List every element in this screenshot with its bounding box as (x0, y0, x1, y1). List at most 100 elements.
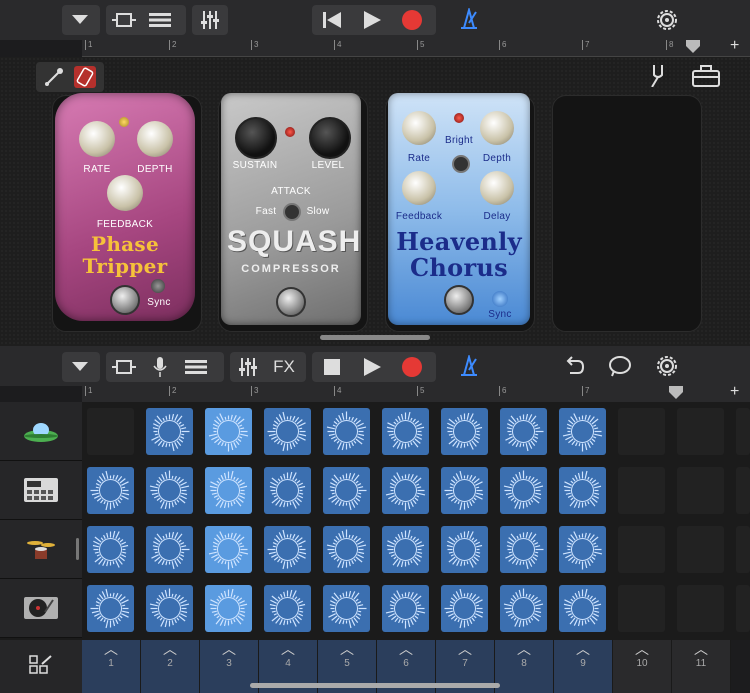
feedback-knob[interactable] (402, 171, 436, 205)
sustain-knob[interactable] (235, 117, 277, 159)
loop-cell[interactable] (500, 467, 547, 514)
loop-cell[interactable] (441, 526, 488, 573)
track-header-ufo-synth[interactable] (0, 402, 82, 461)
empty-cell[interactable] (618, 585, 665, 632)
loop-cell[interactable] (559, 585, 606, 632)
loop-cell[interactable] (382, 585, 429, 632)
feedback-knob[interactable] (107, 175, 143, 211)
heavenly-chorus-pedal[interactable]: Bright Rate Depth Feedback Delay Heavenl… (388, 93, 530, 325)
metronome-button[interactable] (458, 353, 480, 382)
undo-button[interactable] (562, 355, 585, 382)
loop-cell[interactable] (87, 585, 134, 632)
loop-cell[interactable] (500, 526, 547, 573)
loop-cell[interactable] (205, 408, 252, 455)
loop-cell[interactable] (559, 408, 606, 455)
bright-switch[interactable] (452, 155, 470, 173)
column-trigger-10[interactable]: ︿ 10 (613, 640, 672, 693)
cable-icon[interactable] (44, 67, 64, 87)
tuner-fork-icon[interactable] (648, 65, 668, 87)
loop-cell[interactable] (264, 585, 311, 632)
track-header-drum-machine[interactable] (0, 461, 82, 520)
loop-cell[interactable] (500, 585, 547, 632)
dropdown-button[interactable] (62, 5, 98, 35)
loop-cell[interactable] (382, 467, 429, 514)
playhead-marker-icon[interactable] (669, 386, 683, 400)
toolbox-icon[interactable] (692, 65, 720, 87)
phase-tripper-pedal[interactable]: RATE DEPTH FEEDBACK Phase Tripper Sync (55, 93, 195, 321)
squash-compressor-pedal[interactable]: SUSTAIN LEVEL ATTACK Fast Slow SQUASH CO… (221, 93, 361, 325)
microphone-button[interactable] (142, 352, 178, 382)
empty-pedal-slot[interactable] (552, 95, 702, 332)
loop-cell[interactable] (500, 408, 547, 455)
footswitch[interactable] (276, 287, 306, 317)
pedal-edit-button[interactable] (74, 66, 96, 88)
loop-cell[interactable] (146, 526, 193, 573)
panel-resize-handle[interactable] (320, 335, 430, 340)
delay-knob[interactable] (480, 171, 514, 205)
play-button[interactable] (352, 5, 392, 35)
empty-cell[interactable] (677, 526, 724, 573)
rate-knob[interactable] (79, 121, 115, 157)
attack-switch[interactable] (283, 203, 301, 221)
loop-cell[interactable] (264, 467, 311, 514)
tracks-view-button[interactable] (178, 352, 214, 382)
empty-cell[interactable] (618, 467, 665, 514)
column-trigger-9[interactable]: ︿ 9 (554, 640, 613, 693)
loop-cell[interactable] (323, 585, 370, 632)
empty-cell[interactable] (618, 408, 665, 455)
loop-cell[interactable] (146, 585, 193, 632)
settings-button[interactable] (655, 8, 679, 37)
rate-knob[interactable] (402, 111, 436, 145)
loop-browser-button[interactable] (608, 355, 632, 382)
column-trigger-8[interactable]: ︿ 8 (495, 640, 554, 693)
add-section-icon[interactable]: + (730, 383, 739, 401)
tracks-view-button[interactable] (142, 5, 178, 35)
mixer-button[interactable] (230, 352, 266, 382)
loop-cell[interactable] (264, 408, 311, 455)
loop-cell[interactable] (205, 526, 252, 573)
loop-cell[interactable] (146, 467, 193, 514)
depth-knob[interactable] (137, 121, 173, 157)
sync-button[interactable] (151, 279, 165, 293)
go-to-start-button[interactable] (312, 5, 352, 35)
record-button[interactable] (392, 5, 432, 35)
empty-cell[interactable] (677, 408, 724, 455)
loop-cell[interactable] (441, 467, 488, 514)
dropdown-button[interactable] (62, 352, 98, 382)
loop-cell[interactable] (323, 526, 370, 573)
footswitch[interactable] (444, 285, 474, 315)
loop-cell[interactable] (205, 585, 252, 632)
mixer-button[interactable] (192, 5, 228, 35)
loop-cell[interactable] (323, 408, 370, 455)
empty-cell[interactable] (736, 526, 750, 573)
add-section-icon[interactable]: + (730, 37, 739, 55)
loop-cell[interactable] (205, 467, 252, 514)
fx-button[interactable]: FX (266, 352, 302, 382)
loop-cell[interactable] (382, 526, 429, 573)
loop-cell[interactable] (382, 408, 429, 455)
grid-controls-button[interactable] (0, 640, 82, 693)
empty-cell[interactable] (736, 467, 750, 514)
loop-cell[interactable] (441, 585, 488, 632)
loop-cell[interactable] (441, 408, 488, 455)
empty-cell[interactable] (736, 408, 750, 455)
loop-cell[interactable] (559, 526, 606, 573)
level-knob[interactable] (309, 117, 351, 159)
view-toggle-button[interactable] (106, 5, 142, 35)
loop-cell[interactable] (87, 467, 134, 514)
column-trigger-11[interactable]: ︿ 11 (672, 640, 731, 693)
settings-button[interactable] (655, 354, 679, 383)
empty-cell[interactable] (677, 585, 724, 632)
loop-cell[interactable] (146, 408, 193, 455)
stop-button[interactable] (312, 352, 352, 382)
playhead-marker-icon[interactable] (686, 40, 700, 54)
loop-cell[interactable] (87, 526, 134, 573)
track-resize-handle[interactable] (76, 538, 79, 560)
loop-cell[interactable] (559, 467, 606, 514)
loop-cell[interactable] (323, 467, 370, 514)
loop-cell[interactable] (264, 526, 311, 573)
play-button[interactable] (352, 352, 392, 382)
track-header-turntable[interactable] (0, 579, 82, 638)
depth-knob[interactable] (480, 111, 514, 145)
empty-cell[interactable] (677, 467, 724, 514)
